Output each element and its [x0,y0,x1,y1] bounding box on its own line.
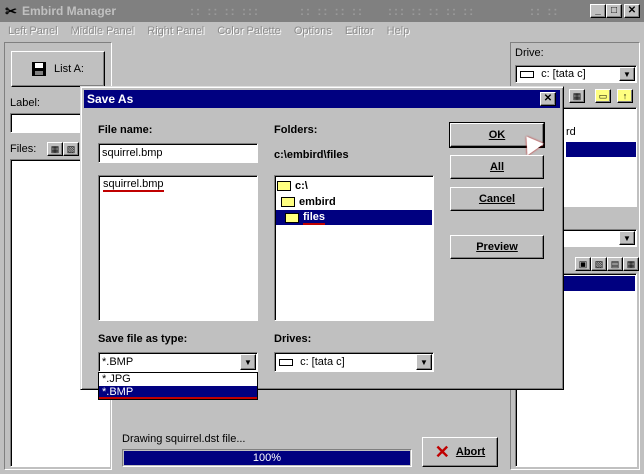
progress-text: 100% [252,452,282,464]
folder-item-embird[interactable]: embird [281,194,336,209]
label-caption: Label: [10,97,40,109]
right-view-icon-2[interactable]: ▧ [591,257,607,271]
open-folder-icon [285,212,299,223]
window-title: Embird Manager [22,4,117,18]
open-folder-icon [277,180,291,191]
close-button[interactable]: ✕ [624,4,640,18]
progress-bar: 100% [122,449,412,467]
list-a-button[interactable]: List A: [11,51,105,87]
minimize-icon: _ [595,5,601,16]
menu-right-panel[interactable]: Right Panel [147,25,204,37]
preview-label: Preview [476,241,518,253]
right-view-icon-1[interactable]: ▣ [575,257,591,271]
save-as-dialog: Save As ✕ File name: squirrel.bmp squirr… [80,86,564,400]
save-type-dropdown-icon[interactable]: ▼ [240,354,256,370]
folder-up-icon[interactable]: ↑ [617,89,633,103]
drives-value: c: [tata c] [300,356,345,368]
drive-icon [279,358,293,366]
close-icon: ✕ [627,5,637,16]
all-label: All [489,161,505,173]
menu-color-palette[interactable]: Color Palette [217,25,281,37]
title-decoration: :: :: :: :: [300,4,364,18]
menu-middle-panel[interactable]: Middle Panel [71,25,135,37]
menu-left-panel[interactable]: Left Panel [8,25,58,37]
current-path: c:\embird\files [274,149,349,161]
drives-label: Drives: [274,333,312,345]
dialog-close-button[interactable]: ✕ [540,92,556,106]
right-folder-item[interactable]: rd [566,126,576,138]
open-folder-icon [281,196,295,207]
embird-app-icon: ✂ [5,3,17,19]
right-view-icon-4[interactable]: ▦ [623,257,639,271]
abort-button[interactable]: ✕ Abort [422,437,498,467]
title-decoration: :: :: :: ::: [190,4,260,18]
folder-item-root[interactable]: c:\ [277,178,308,193]
list-a-label: List A: [54,63,84,75]
folder-files-label: files [303,210,326,225]
folder-icon[interactable]: ▭ [595,89,611,103]
folder-embird-label: embird [299,195,336,208]
dialog-title-bar[interactable]: Save As ✕ [84,90,560,108]
ok-label: OK [488,129,506,141]
main-title-bar[interactable]: ✂ Embird Manager :: :: :: ::: :: :: :: :… [0,0,644,22]
file-name-label: File name: [98,124,153,136]
maximize-button[interactable]: □ [606,4,622,18]
folder-root-label: c:\ [295,179,308,192]
drives-dropdown-icon[interactable]: ▼ [416,354,432,370]
preview-button[interactable]: Preview [450,235,544,259]
title-decoration: :: :: [530,4,560,18]
save-type-option-jpg[interactable]: *.JPG [99,373,257,386]
files-caption: Files: [10,143,37,155]
files-list-view-icon[interactable]: ▦ [47,142,63,156]
all-button[interactable]: All [450,155,544,179]
right-view-icon-3[interactable]: ▤ [607,257,623,271]
drive-icon [520,70,534,78]
close-icon: ✕ [543,93,553,104]
drive-caption: Drive: [515,47,544,59]
filter-dropdown-icon[interactable]: ▼ [619,231,635,245]
menu-editor[interactable]: Editor [345,25,374,37]
right-panel-icon-1[interactable]: ▦ [569,89,585,103]
minimize-button[interactable]: _ [590,4,606,18]
cancel-button[interactable]: Cancel [450,187,544,211]
drive-value: c: [tata c] [541,68,586,80]
file-list[interactable]: squirrel.bmp [98,175,258,321]
menu-options[interactable]: Options [294,25,332,37]
drive-dropdown-icon[interactable]: ▼ [619,67,635,81]
file-name-input[interactable]: squirrel.bmp [98,143,258,163]
files-thumbnail-view-icon[interactable]: ▧ [63,142,79,156]
menu-help[interactable]: Help [387,25,410,37]
folder-item-files[interactable]: files [276,210,432,225]
save-type-label: Save file as type: [98,333,188,345]
save-type-option-bmp[interactable]: *.BMP [99,386,257,399]
save-type-options[interactable]: *.JPG *.BMP [98,372,258,400]
drives-select[interactable]: c: [tata c] ▼ [274,352,434,372]
file-list-item[interactable]: squirrel.bmp [103,178,164,192]
floppy-disk-icon [32,62,47,76]
status-message: Drawing squirrel.dst file... [122,433,246,445]
cancel-label: Cancel [478,193,516,205]
right-folder-item-selected[interactable] [566,142,636,157]
title-decoration: ::: :: :: :: :: [388,4,476,18]
abort-label: Abort [455,446,486,458]
folder-tree[interactable]: c:\ embird files [274,175,434,321]
drive-select[interactable]: c: [tata c] ▼ [515,65,637,83]
menu-bar: Left Panel Middle Panel Right Panel Colo… [0,22,644,40]
save-type-value: *.BMP [102,356,134,368]
maximize-icon: □ [610,5,618,16]
dialog-title: Save As [87,92,134,106]
save-type-select[interactable]: *.BMP ▼ [98,352,258,372]
folders-label: Folders: [274,124,318,136]
abort-x-icon: ✕ [434,441,450,462]
